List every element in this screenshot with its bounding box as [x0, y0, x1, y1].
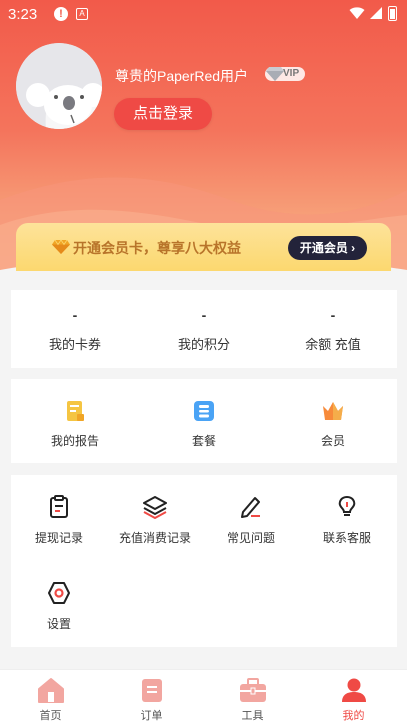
stat-label: 我的卡券 [48, 337, 101, 352]
tool-label: 联系客服 [322, 531, 371, 545]
member-banner[interactable]: 开通会员卡，尊享八大权益 开通会员 › [16, 223, 391, 271]
clipboard-icon [50, 495, 68, 518]
vip-gem-icon [266, 67, 284, 81]
stat-balance[interactable]: - 余额 充值 [269, 290, 397, 368]
stat-value: - [330, 307, 336, 323]
stat-coupons[interactable]: - 我的卡券 [11, 290, 139, 368]
user-icon [342, 678, 366, 702]
tab-label: 订单 [140, 710, 163, 722]
stat-points[interactable]: - 我的积分 [140, 290, 268, 368]
tab-label: 工具 [241, 710, 264, 722]
tool-label: 常见问题 [226, 531, 275, 545]
stat-label: 余额 充值 [305, 337, 361, 352]
open-membership-label: 开通会员 [299, 241, 348, 255]
service-label: 会员 [320, 434, 345, 448]
tools-card: 提现记录 充值消费记录 常见问题 联系客服 设置 [11, 475, 397, 647]
tab-label: 我的 [342, 710, 365, 722]
vip-label: VIP [283, 68, 300, 79]
login-button[interactable]: 点击登录 [114, 98, 212, 130]
package-icon [194, 401, 214, 421]
toolbox-icon [240, 678, 266, 702]
koala-avatar-icon [16, 43, 102, 129]
diamond-icon [52, 239, 70, 254]
service-label: 套餐 [191, 434, 216, 448]
battery-icon [388, 6, 397, 21]
service-member[interactable]: 会员 [269, 379, 397, 463]
signal-icon [370, 7, 382, 19]
bottom-tab-bar: 首页 订单 工具 我的 [0, 669, 407, 725]
user-name: 尊贵的PaperRed用户 [115, 68, 249, 84]
service-package[interactable]: 套餐 [140, 379, 268, 463]
wifi-icon [349, 7, 365, 19]
tab-tools[interactable]: 工具 [202, 670, 303, 725]
tool-label: 设置 [46, 617, 71, 631]
report-icon [67, 401, 84, 421]
service-label: 我的报告 [50, 434, 99, 448]
tool-label: 充值消费记录 [118, 531, 191, 545]
stats-card: - 我的卡券 - 我的积分 - 余额 充值 [11, 290, 397, 368]
tool-faq[interactable]: 常见问题 [203, 475, 299, 561]
tab-orders[interactable]: 订单 [101, 670, 202, 725]
font-app-icon: A [76, 8, 88, 20]
service-my-report[interactable]: 我的报告 [11, 379, 139, 463]
services-card: 我的报告 套餐 会员 [11, 379, 397, 463]
tab-mine[interactable]: 我的 [303, 670, 404, 725]
stat-value: - [72, 307, 78, 323]
crown-icon [323, 402, 343, 420]
tool-contact-support[interactable]: 联系客服 [299, 475, 395, 561]
pencil-icon [241, 497, 260, 518]
status-bar: 3:23 ! A [0, 0, 407, 30]
tab-label: 首页 [39, 710, 62, 722]
tab-home[interactable]: 首页 [0, 670, 101, 725]
settings-hexagon-icon [48, 582, 70, 604]
order-icon [142, 679, 162, 702]
tool-withdraw-records[interactable]: 提现记录 [11, 475, 107, 561]
alert-icon: ! [54, 7, 68, 21]
lightbulb-icon [338, 495, 356, 516]
stat-value: - [201, 307, 207, 323]
member-banner-text: 开通会员卡，尊享八大权益 [73, 240, 241, 256]
tool-label: 提现记录 [34, 531, 83, 545]
avatar[interactable] [16, 43, 102, 129]
layers-icon [143, 496, 167, 519]
tool-settings[interactable]: 设置 [11, 561, 107, 647]
chevron-right-icon: › [351, 241, 356, 255]
home-icon [38, 678, 64, 703]
vip-badge: VIP [265, 67, 306, 81]
status-time: 3:23 [8, 6, 38, 23]
tool-recharge-records[interactable]: 充值消费记录 [107, 475, 203, 561]
open-membership-button[interactable]: 开通会员 › [288, 236, 367, 260]
stat-label: 我的积分 [177, 337, 230, 352]
